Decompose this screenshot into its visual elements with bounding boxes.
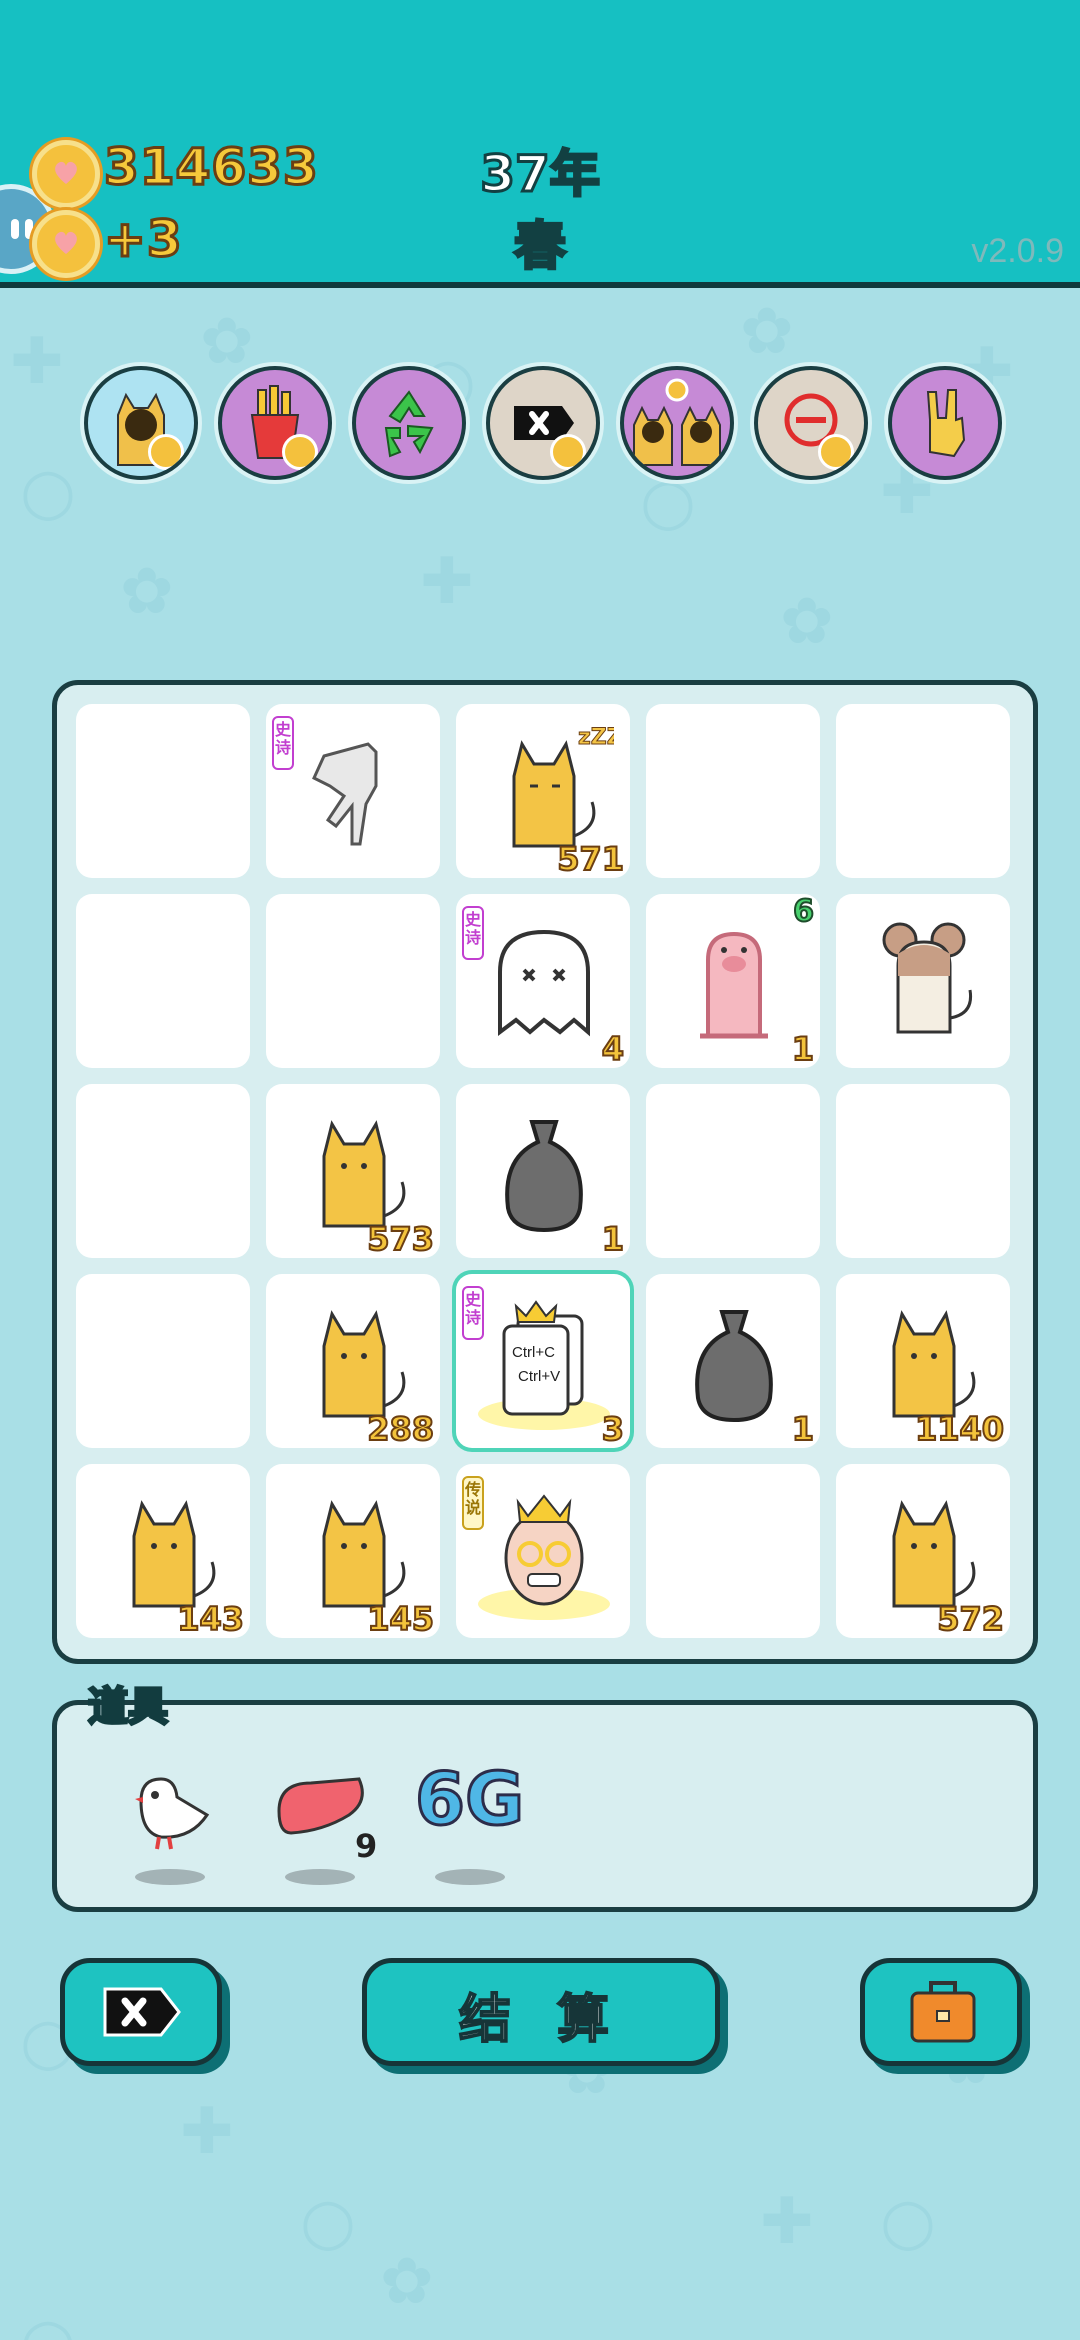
perk-remove-tag[interactable] <box>486 366 600 480</box>
bag-button[interactable] <box>860 1958 1022 2066</box>
props-label: 道具 <box>87 1683 170 1732</box>
discard-button[interactable] <box>60 1958 222 2066</box>
board-cell-trash-bag[interactable]: 1 <box>646 1274 820 1449</box>
king-icon <box>478 1494 610 1620</box>
board-cell-pointing-hand[interactable]: 史诗 <box>266 704 440 878</box>
liver-count: 9 <box>355 1827 378 1865</box>
item-count: 1 <box>791 1029 815 1069</box>
perk-french-fries[interactable] <box>218 366 332 480</box>
perk-recycle[interactable] <box>352 366 466 480</box>
board-cell-cat[interactable]: 288 <box>266 1274 440 1449</box>
item-count: 143 <box>176 1599 245 1639</box>
season-label: 春 <box>512 216 567 279</box>
board-cell-cat[interactable]: 145 <box>266 1464 440 1639</box>
board-cell-empty[interactable] <box>76 894 250 1068</box>
perk-rock-hand[interactable] <box>888 366 1002 480</box>
board-cell-empty[interactable] <box>76 704 250 878</box>
svg-text:zZZ: zZZ <box>578 725 614 750</box>
pig-icon <box>700 931 768 1039</box>
dove-icon[interactable] <box>121 1757 221 1857</box>
heart-badge-icon <box>148 434 184 470</box>
6g-icon[interactable]: 6G <box>413 1756 525 1843</box>
board-cell-king[interactable]: 传说 <box>456 1464 630 1638</box>
copy-text: Ctrl+C <box>512 1344 555 1361</box>
item-count: 572 <box>936 1599 1005 1639</box>
trash-bag-icon <box>695 1310 773 1423</box>
board-cell-empty[interactable] <box>266 894 440 1068</box>
perk-cat-portrait[interactable] <box>84 366 198 480</box>
board-cell-empty[interactable] <box>836 704 1010 878</box>
item-count: 145 <box>366 1599 435 1639</box>
ghost-icon <box>498 929 590 1037</box>
item-count: 288 <box>366 1409 435 1449</box>
item-count: 1 <box>601 1219 625 1259</box>
board-cell-sleeping-cat[interactable]: zZZ 571 <box>456 704 630 879</box>
board-cell-empty[interactable] <box>836 1084 1010 1258</box>
top-bar: 314633 +3 37年 春 v2.0.9 <box>0 0 1080 288</box>
board-cell-empty[interactable] <box>646 1464 820 1638</box>
board-cell-cat[interactable]: 573 <box>266 1084 440 1259</box>
board-cell-mouse[interactable] <box>836 894 1010 1068</box>
board-cell-empty[interactable] <box>646 1084 820 1258</box>
props-panel: 9 6G <box>52 1700 1038 1912</box>
pointing-hand-icon <box>312 742 378 846</box>
board-cell-cat[interactable]: 143 <box>76 1464 250 1639</box>
item-count: 1 <box>791 1409 815 1449</box>
settle-button-label: 结 算 <box>458 1989 624 2051</box>
trash-bag-icon <box>505 1120 583 1233</box>
remove-tag-icon <box>103 1987 181 2037</box>
prop-shadow <box>135 1869 205 1885</box>
board-cell-cat[interactable]: 572 <box>836 1464 1010 1639</box>
item-board: 史诗 zZZ 571 史诗 4 6 1 573 1 <box>52 680 1038 1664</box>
board-cell-cat[interactable]: 1140 <box>836 1274 1010 1449</box>
settle-button[interactable]: 结 算 <box>362 1958 720 2066</box>
heart-badge-icon <box>550 434 586 470</box>
year-label: 37年 <box>479 144 602 205</box>
perk-twin-cats[interactable] <box>620 366 734 480</box>
board-cell-copy-paste[interactable]: 史诗 Ctrl+C Ctrl+V 3 <box>456 1274 630 1449</box>
briefcase-icon <box>910 1981 976 2043</box>
item-count: 1140 <box>914 1409 1005 1449</box>
board-cell-empty[interactable] <box>76 1084 250 1258</box>
heart-badge-icon <box>282 434 318 470</box>
item-count: 4 <box>601 1029 625 1069</box>
board-cell-empty[interactable] <box>646 704 820 878</box>
mouse-icon <box>882 922 973 1034</box>
prop-shadow <box>435 1869 505 1885</box>
prop-shadow <box>285 1869 355 1885</box>
board-cell-empty[interactable] <box>76 1274 250 1448</box>
heart-badge-icon <box>818 434 854 470</box>
item-count: 3 <box>601 1409 625 1449</box>
item-count: 573 <box>366 1219 435 1259</box>
item-count: 571 <box>556 839 625 879</box>
board-cell-pig[interactable]: 6 1 <box>646 893 820 1069</box>
version-label: v2.0.9 <box>971 232 1064 270</box>
paste-text: Ctrl+V <box>518 1368 561 1385</box>
board-cell-trash-bag[interactable]: 1 <box>456 1084 630 1259</box>
board-cell-ghost[interactable]: 史诗 4 <box>456 894 630 1069</box>
perk-minus-circle[interactable] <box>754 366 868 480</box>
copy-paste-icon <box>478 1300 610 1430</box>
